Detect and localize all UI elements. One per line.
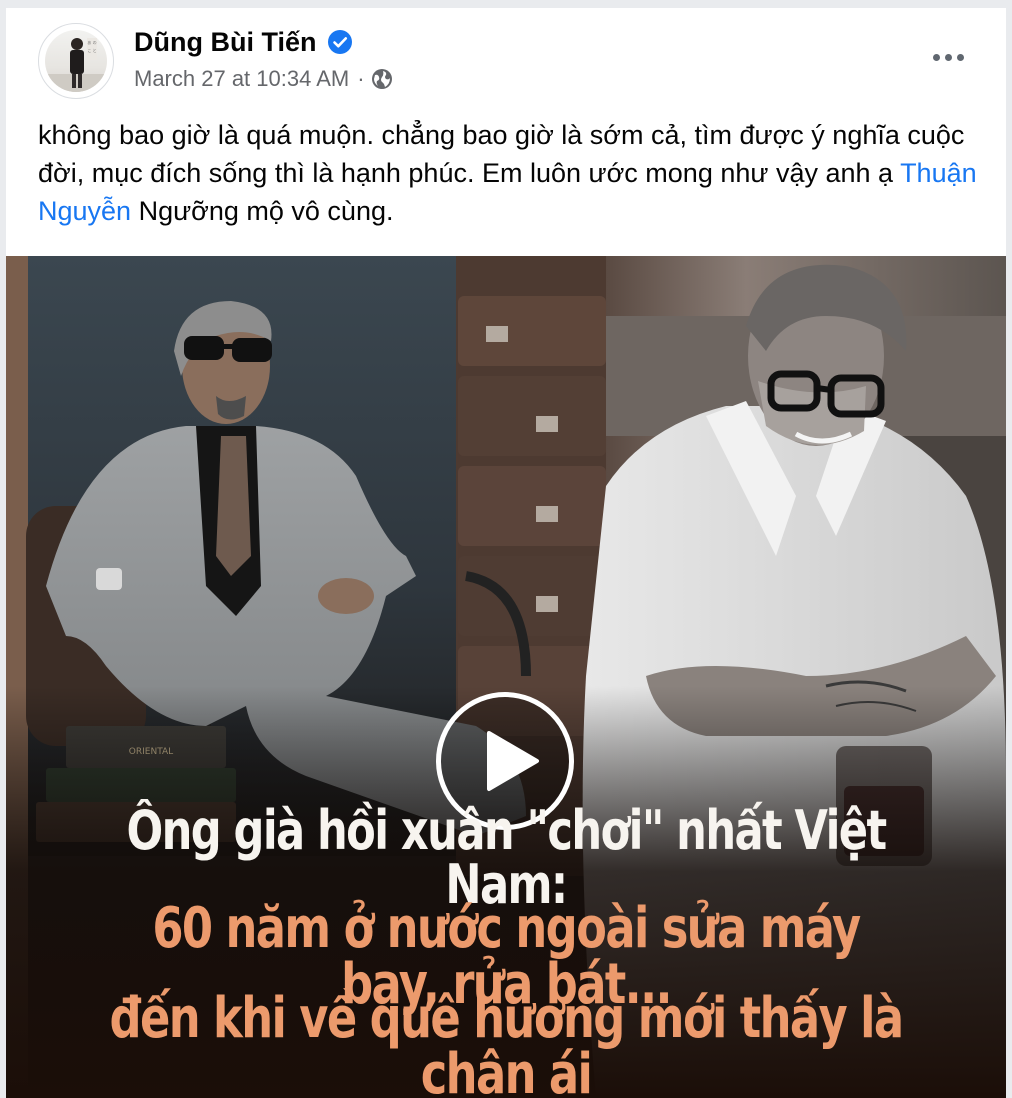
video-thumbnail[interactable]: ORIENTAL Ông g (6, 256, 1006, 1098)
video-headline-line3: đến khi về quê hương mới thấy là chân ái (109, 986, 905, 1098)
more-options-icon[interactable] (926, 42, 970, 72)
post-text-part2: Ngưỡng mộ vô cùng. (131, 196, 394, 226)
avatar-photo: あ の こ と (45, 30, 107, 92)
post-header: あ の こ と Dũng Bùi Tiến March 27 at 10:34 … (6, 8, 1006, 108)
svg-text:こ と: こ と (87, 48, 96, 53)
post-text: không bao giờ là quá muộn. chẳng bao giờ… (38, 116, 988, 230)
post-text-part1: không bao giờ là quá muộn. chẳng bao giờ… (38, 120, 965, 188)
author-name[interactable]: Dũng Bùi Tiến (134, 26, 317, 58)
verified-badge-icon (327, 30, 352, 54)
post-card: あ の こ と Dũng Bùi Tiến March 27 at 10:34 … (6, 8, 1006, 1098)
globe-icon[interactable] (371, 68, 393, 90)
avatar[interactable]: あ の こ と (38, 23, 114, 99)
svg-text:あ の: あ の (87, 40, 96, 45)
meta-separator: · (357, 66, 365, 91)
post-timestamp[interactable]: March 27 at 10:34 AM (134, 66, 349, 92)
